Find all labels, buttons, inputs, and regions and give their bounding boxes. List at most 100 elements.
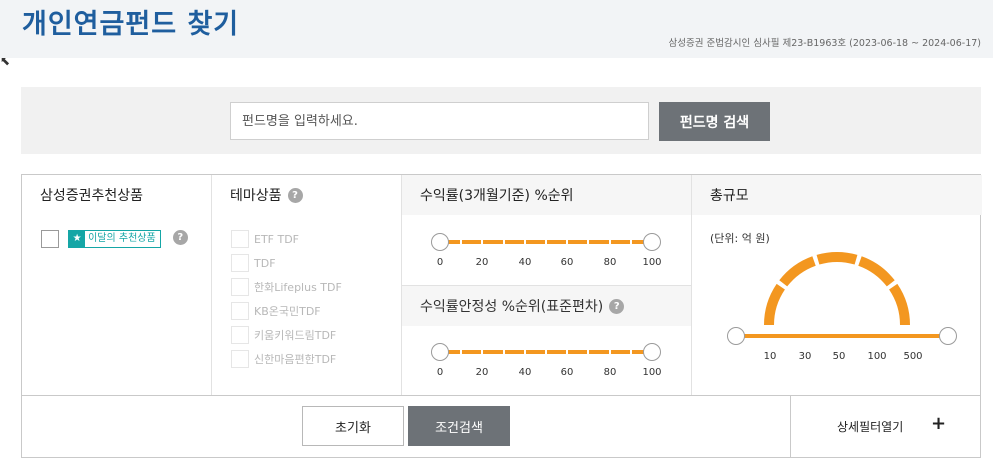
slider-max-handle[interactable]	[939, 327, 957, 345]
fund-name-input[interactable]	[230, 102, 649, 140]
recommend-checkbox[interactable]	[41, 229, 59, 248]
slider-track	[736, 334, 948, 338]
theme-item-label: 신한마음편한TDF	[254, 353, 337, 366]
scale-label: 60	[560, 367, 574, 378]
theme-item[interactable]: TDF	[231, 251, 342, 275]
star-icon: ★	[69, 230, 86, 247]
theme-item[interactable]: 한화Lifeplus TDF	[231, 275, 342, 299]
slider-tick	[481, 350, 484, 354]
gauge-segment	[764, 283, 786, 326]
gauge-segment	[858, 256, 895, 287]
slider-tick	[608, 350, 611, 354]
recommend-heading: 삼성증권추천상품	[40, 188, 144, 204]
total-size-column: 총규모 (단위: 억 원) 10 30 50 100 500	[692, 175, 982, 395]
slider-tick	[629, 350, 632, 354]
slider-min-handle[interactable]	[431, 343, 449, 361]
plus-icon: +	[931, 413, 947, 434]
help-icon[interactable]: ?	[172, 230, 188, 245]
theme-item[interactable]: 키움키워드림TDF	[231, 323, 342, 347]
theme-heading: 테마상품?	[212, 175, 401, 215]
help-icon[interactable]: ?	[609, 298, 625, 314]
scale-label: 0	[436, 257, 444, 268]
return-rank-heading: 수익률(3개월기준) %순위	[402, 175, 691, 215]
slider-max-handle[interactable]	[643, 343, 661, 361]
header: 개인연금펀드 찾기 삼성증권 준법감시인 심사필 제23-B1963호 (202…	[0, 0, 993, 58]
stability-rank-heading: 수익률안정성 %순위(표준편차)?	[402, 286, 691, 326]
slider-tick	[502, 350, 505, 354]
return-rank-scale: 0 20 40 60 80 100	[436, 257, 670, 271]
more-filter-button[interactable]: 상세필터열기 +	[790, 396, 980, 457]
scale-label: 60	[560, 257, 574, 268]
theme-checkbox[interactable]	[231, 350, 249, 368]
scale-label: 10	[763, 351, 777, 362]
theme-checkbox[interactable]	[231, 326, 249, 344]
slider-tick	[566, 240, 569, 244]
total-size-heading: 총규모	[692, 175, 982, 215]
help-icon[interactable]: ?	[287, 187, 303, 203]
stability-rank-scale: 0 20 40 60 80 100	[437, 367, 670, 381]
more-filter-label: 상세필터열기	[837, 420, 904, 434]
total-size-scale: 10 30 50 100 500	[736, 351, 948, 365]
slider-tick	[523, 350, 526, 354]
theme-checkbox[interactable]	[231, 302, 249, 320]
scale-label: 20	[475, 257, 489, 268]
scale-label: 80	[603, 257, 617, 268]
slider-tick	[587, 350, 590, 354]
theme-item[interactable]: ETF TDF	[231, 227, 342, 251]
gauge-segment	[779, 256, 816, 287]
action-bar: 초기화 조건검색 상세필터열기 +	[22, 395, 980, 457]
filter-box: 삼성증권추천상품 ★ 이달의 추천상품 ? 테마상품? ETF TDF TDF 한…	[21, 174, 982, 458]
stability-rank-heading-label: 수익률안정성 %순위(표준편차)	[420, 299, 604, 315]
theme-item-label: 키움키워드림TDF	[254, 329, 337, 342]
theme-list: ETF TDF TDF 한화Lifeplus TDF KB온국민TDF 키움키워…	[231, 227, 342, 371]
search-panel: 펀드명 검색	[21, 87, 981, 154]
theme-column: 테마상품? ETF TDF TDF 한화Lifeplus TDF KB온국민TD…	[212, 175, 402, 395]
recommend-badge-label: 이달의 추천상품	[88, 232, 156, 244]
total-size-slider[interactable]	[727, 327, 957, 345]
slider-tick	[545, 350, 547, 354]
theme-item-label: KB온국민TDF	[254, 305, 321, 318]
slider-tick	[587, 240, 590, 244]
gauge-segment	[816, 252, 858, 265]
recommend-column: 삼성증권추천상품 ★ 이달의 추천상품 ?	[22, 175, 212, 395]
gauge-segment	[888, 283, 910, 326]
theme-item-label: ETF TDF	[254, 232, 300, 246]
scale-label: 40	[518, 257, 532, 268]
compliance-notice: 삼성증권 준법감시인 심사필 제23-B1963호 (2023-06-18 ~ …	[668, 38, 981, 49]
slider-min-handle[interactable]	[431, 233, 449, 251]
return-rank-slider[interactable]	[431, 233, 661, 251]
scale-label: 20	[475, 367, 489, 378]
slider-ticks	[440, 240, 652, 244]
theme-item[interactable]: 신한마음편한TDF	[231, 347, 342, 371]
size-gauge	[764, 252, 910, 326]
stability-rank-slider[interactable]	[431, 343, 661, 361]
scale-label: 40	[518, 367, 532, 378]
scale-label: 500	[903, 351, 923, 362]
slider-tick	[629, 240, 632, 244]
slider-tick	[460, 350, 463, 354]
recommend-badge: ★ 이달의 추천상품	[68, 229, 161, 248]
slider-tick	[523, 240, 526, 244]
theme-checkbox[interactable]	[231, 230, 249, 248]
theme-checkbox[interactable]	[231, 278, 249, 296]
scale-label: 30	[798, 351, 812, 362]
slider-tick	[481, 240, 484, 244]
rank-column: 수익률(3개월기준) %순위 0 20 40 60 80 100 수익률안정성 …	[402, 175, 692, 395]
slider-max-handle[interactable]	[643, 233, 661, 251]
fund-name-search-button[interactable]: 펀드명 검색	[659, 102, 770, 141]
cursor-icon: ⬉	[0, 54, 11, 68]
scale-label: 100	[642, 367, 662, 378]
reset-button[interactable]: 초기화	[302, 406, 404, 446]
slider-tick	[608, 240, 611, 244]
theme-item[interactable]: KB온국민TDF	[231, 299, 342, 323]
slider-tick	[502, 240, 505, 244]
slider-min-handle[interactable]	[727, 327, 745, 345]
recommend-row: ★ 이달의 추천상품 ?	[41, 228, 188, 248]
page-title: 개인연금펀드 찾기	[22, 9, 240, 40]
theme-heading-label: 테마상품	[230, 188, 282, 204]
scale-label: 100	[642, 257, 662, 268]
condition-search-button[interactable]: 조건검색	[408, 406, 510, 446]
slider-tick	[460, 240, 463, 244]
theme-item-label: TDF	[254, 256, 276, 270]
theme-checkbox[interactable]	[231, 254, 249, 272]
